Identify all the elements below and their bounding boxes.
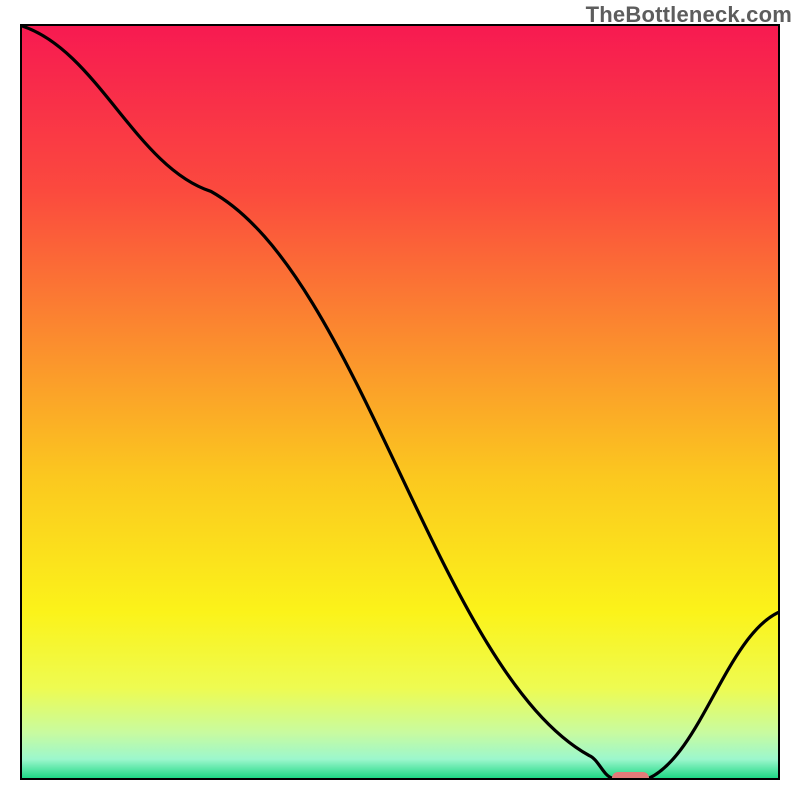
- plot-area: [20, 24, 780, 780]
- optimal-range-marker: [612, 772, 650, 780]
- bottleneck-curve: [22, 26, 778, 778]
- chart-frame: TheBottleneck.com: [0, 0, 800, 800]
